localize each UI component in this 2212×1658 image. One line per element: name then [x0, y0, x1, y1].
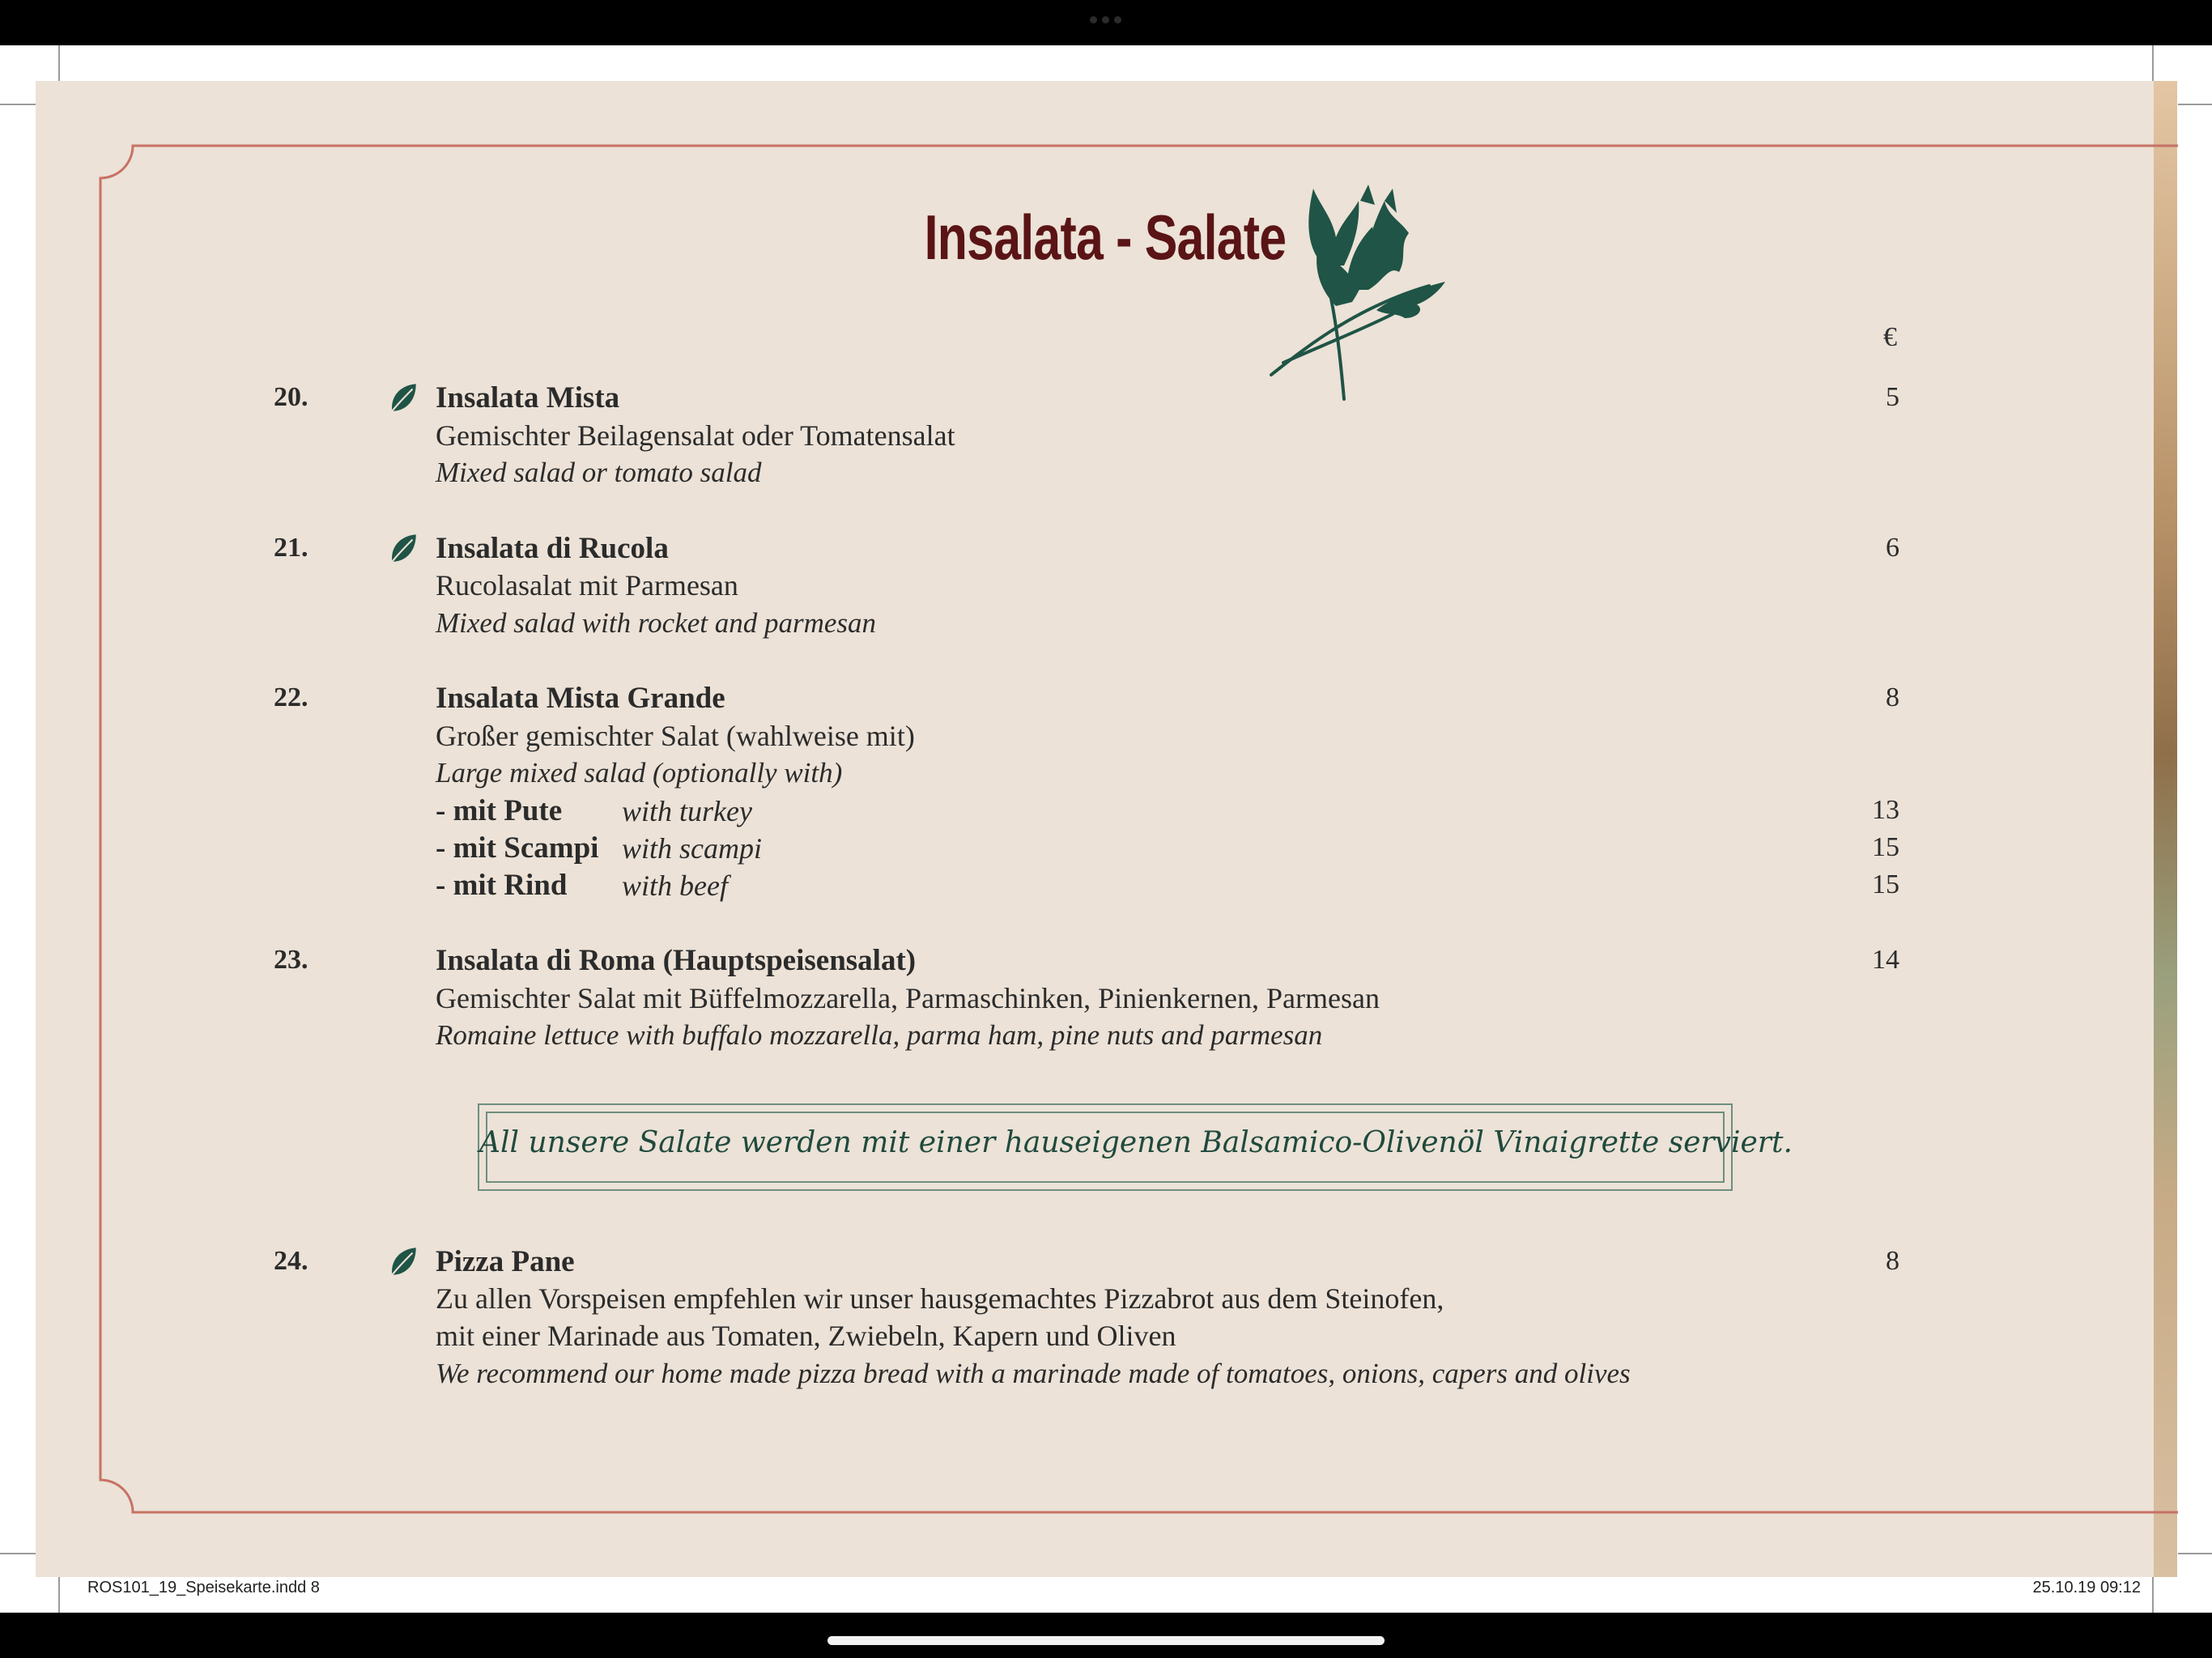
- home-indicator[interactable]: [827, 1636, 1385, 1645]
- item-option-label: - mit Scampi: [436, 831, 599, 865]
- item-option-label-en: with beef: [622, 869, 728, 902]
- item-name: Insalata di Rucola: [436, 532, 669, 565]
- currency-symbol: €: [1883, 322, 1897, 352]
- item-price: 6: [1886, 533, 1899, 563]
- item-number: 21.: [274, 533, 308, 563]
- item-description-de: Großer gemischter Salat (wahlweise mit): [436, 720, 915, 752]
- item-description-en: Mixed salad with rocket and parmesan: [436, 607, 877, 639]
- item-description-en: We recommend our home made pizza bread w…: [436, 1358, 1631, 1389]
- arugula-icon: [1270, 185, 1445, 401]
- leaf-icon: [391, 1248, 416, 1276]
- slug-timestamp: 25.10.19 09:12: [2032, 1579, 2141, 1596]
- item-description-en: Mixed salad or tomato salad: [436, 457, 762, 488]
- item-description-de-line2: mit einer Marinade aus Tomaten, Zwiebeln…: [436, 1320, 1176, 1352]
- note-text: All unsere Salate werden mit einer hause…: [479, 1126, 1793, 1159]
- item-description-de: Gemischter Beilagensalat oder Tomatensal…: [436, 419, 955, 452]
- slug-filename: ROS101_19_Speisekarte.indd 8: [87, 1579, 320, 1596]
- item-option-label-en: with scampi: [622, 832, 763, 865]
- item-number: 24.: [274, 1246, 308, 1276]
- item-name: Insalata Mista: [436, 381, 620, 414]
- item-description-de: Zu allen Vorspeisen empfehlen wir unser …: [436, 1282, 1444, 1315]
- item-price: 5: [1886, 382, 1899, 412]
- item-price: 8: [1886, 1246, 1899, 1276]
- item-option-price: 13: [1872, 795, 1899, 825]
- multitasking-dots-icon[interactable]: [1090, 16, 1122, 24]
- item-name: Insalata di Roma (Hauptspeisensalat): [436, 944, 917, 977]
- item-option-label-en: with turkey: [622, 795, 752, 827]
- item-number: 20.: [274, 382, 308, 412]
- item-name: Insalata Mista Grande: [436, 682, 725, 715]
- bottom-bar: [0, 1613, 2212, 1658]
- item-option-price: 15: [1872, 832, 1899, 862]
- item-description-en: Romaine lettuce with buffalo mozzarella,…: [436, 1019, 1323, 1051]
- item-description-en: Large mixed salad (optionally with): [436, 757, 843, 789]
- item-option-label: - mit Rind: [436, 869, 568, 902]
- item-option-price: 15: [1872, 869, 1899, 899]
- item-option-label: - mit Pute: [436, 794, 563, 827]
- item-description-de: Gemischter Salat mit Büffelmozzarella, P…: [436, 982, 1380, 1014]
- item-name: Pizza Pane: [436, 1245, 575, 1278]
- item-number: 22.: [274, 682, 308, 712]
- item-price: 8: [1886, 682, 1899, 712]
- top-bar: [0, 0, 2212, 45]
- item-price: 14: [1872, 945, 1899, 975]
- item-description-de: Rucolasalat mit Parmesan: [436, 569, 738, 602]
- item-number: 23.: [274, 945, 308, 975]
- vinaigrette-note: All unsere Salate werden mit einer hause…: [478, 1103, 1793, 1191]
- leaf-icon: [391, 384, 416, 412]
- leaf-icon: [391, 534, 416, 563]
